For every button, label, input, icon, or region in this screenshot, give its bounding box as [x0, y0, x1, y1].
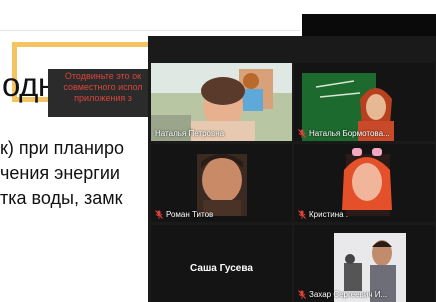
participant-name: Наталья Петровна — [155, 129, 225, 138]
mic-muted-icon — [298, 210, 306, 219]
window-top-strip — [302, 14, 436, 36]
participant-name: Кристина . — [298, 210, 348, 219]
video-tile[interactable]: Роман Титов — [151, 144, 292, 222]
participant-name: Роман Титов — [155, 210, 213, 219]
slide-top-bar — [0, 0, 300, 31]
video-tile[interactable]: Захар Сергеевич И... — [294, 225, 435, 302]
slide-text-line: тка воды, замк — [0, 188, 123, 208]
screen-share-warning: Отодвиньте это ок совместного испол прил… — [48, 69, 158, 117]
mic-muted-icon — [298, 129, 306, 138]
video-tile[interactable]: Наталья Петровна — [151, 63, 292, 141]
video-gallery: Наталья Петровна Наталья Бормотова... Ро… — [148, 36, 436, 302]
participant-name: Наталья Бормотова... — [298, 129, 390, 138]
video-tile[interactable]: Кристина . — [294, 144, 435, 222]
slide-text-line: чения энергии — [0, 163, 120, 183]
mic-muted-icon — [155, 210, 163, 219]
participant-name: Захар Сергеевич И... — [298, 290, 387, 299]
video-tile[interactable]: Саша Гусева — [151, 225, 292, 302]
participant-name-center: Саша Гусева — [190, 263, 253, 274]
video-tile[interactable]: Наталья Бормотова... — [294, 63, 435, 141]
mic-muted-icon — [298, 290, 306, 299]
slide-text-line: к) при планиро — [0, 138, 124, 158]
